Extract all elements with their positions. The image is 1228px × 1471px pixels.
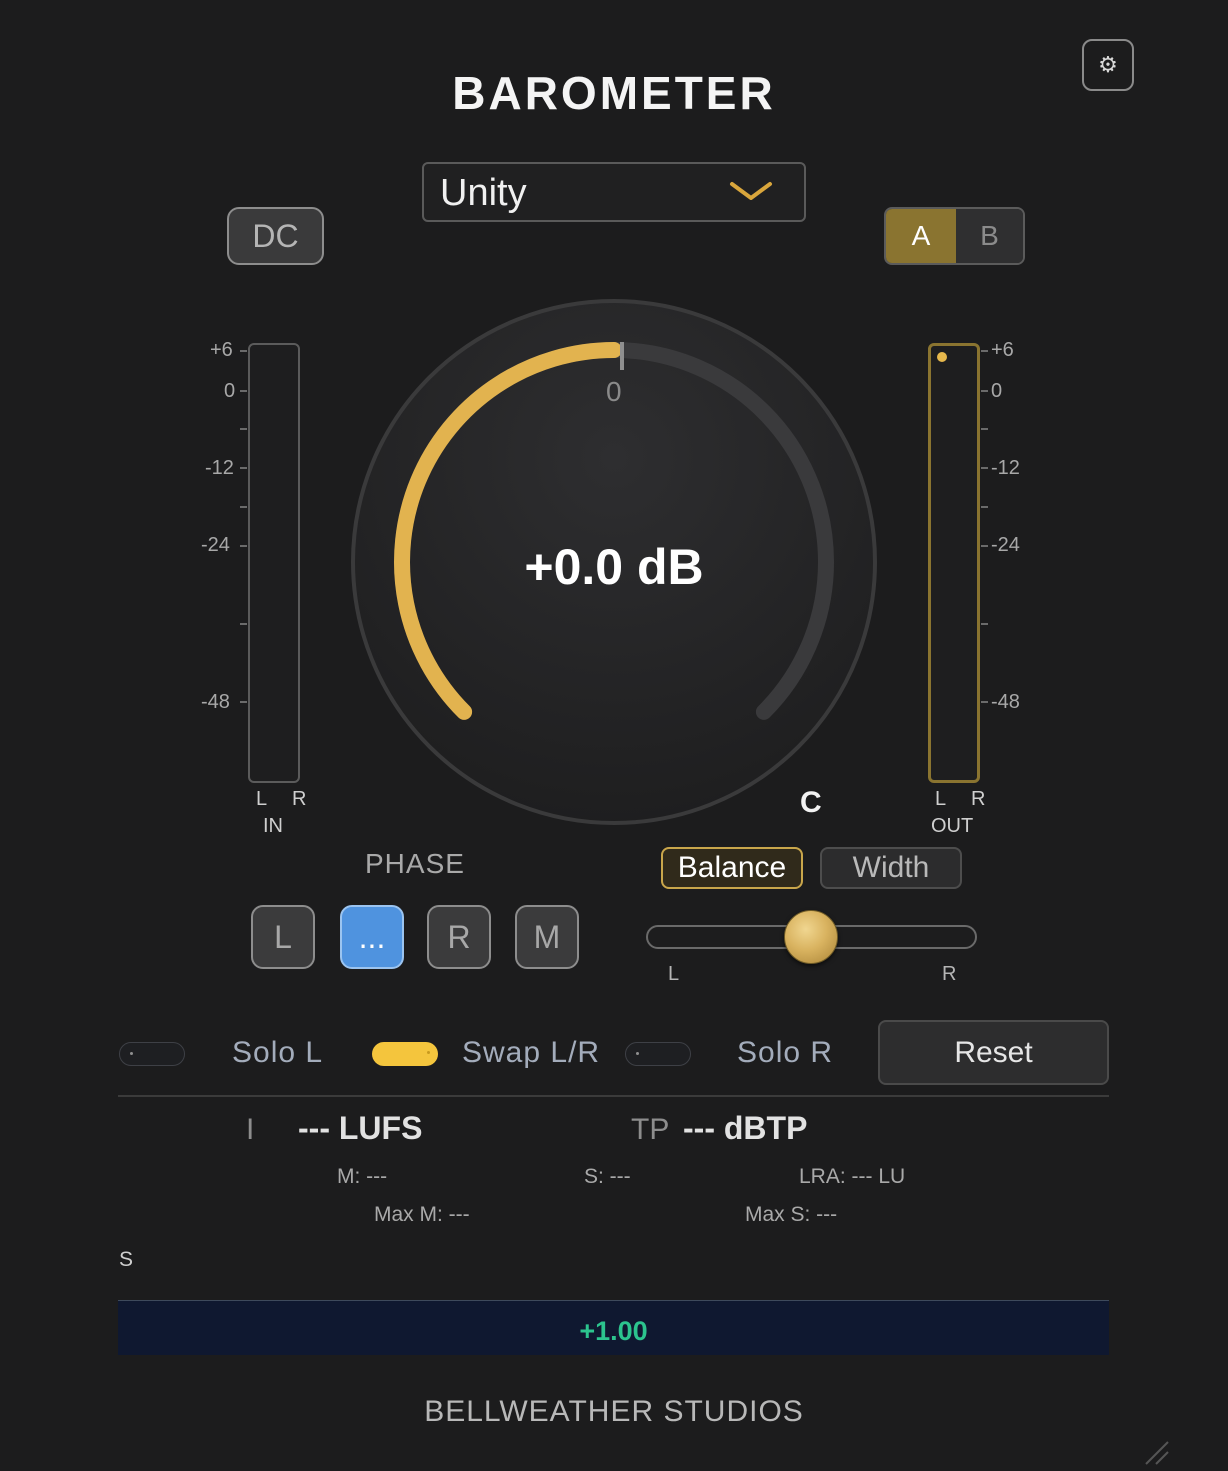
in-label: IN [263,815,283,837]
lra-value: LRA: --- LU [799,1165,906,1188]
swap-lr-label: Swap L/R [462,1036,601,1069]
in-scale-minus48: -48 [201,691,230,713]
in-channels-label: L R [256,788,317,810]
settings-button[interactable]: ⚙ [1082,39,1134,91]
phase-mid-button[interactable]: M [515,905,579,969]
max-short-term-value: Max S: --- [745,1203,838,1226]
app-title: BAROMETER [452,67,776,119]
chevron-down-icon [730,182,772,200]
out-tick [981,545,988,547]
swap-lr-toggle[interactable] [372,1042,438,1066]
out-scale-minus48: -48 [991,691,1020,713]
brand-footer: BELLWEATHER STUDIOS [424,1395,804,1428]
a-button[interactable]: A [886,209,956,263]
out-scale-plus6: +6 [991,339,1014,361]
in-scale-minus12: -12 [205,457,234,479]
in-scale-minus24: -24 [201,534,230,556]
in-tick [240,623,247,625]
true-peak-value: --- dBTP [683,1110,808,1146]
in-tick [240,350,247,352]
phase-label: PHASE [365,848,465,879]
in-tick [240,506,247,508]
integrated-lufs-value: --- LUFS [298,1110,423,1146]
resize-grip-icon[interactable] [1140,1436,1174,1470]
out-tick [981,428,988,430]
solo-right-label: Solo R [737,1036,834,1069]
gain-readout: +1.00 [579,1316,648,1346]
gear-icon: ⚙ [1098,52,1118,77]
out-tick [981,623,988,625]
true-peak-label: TP [631,1113,670,1146]
out-tick [981,350,988,352]
phase-right-button[interactable]: R [427,905,491,969]
preset-selected: Unity [440,172,527,214]
ab-compare: A B [884,207,1025,265]
out-tick [981,701,988,703]
input-meter [248,343,300,783]
in-tick [240,467,247,469]
in-tick [240,390,247,392]
in-scale-plus6: +6 [210,339,233,361]
in-scale-0: 0 [224,380,236,402]
out-label: OUT [931,815,974,837]
knob-zero-label: 0 [606,376,622,407]
preset-dropdown[interactable]: Unity [422,162,806,222]
short-term-value: S: --- [584,1165,631,1188]
balance-slider-thumb[interactable] [784,910,838,964]
out-scale-minus24: -24 [991,534,1020,556]
peak-indicator [937,352,947,362]
divider [118,1095,1109,1097]
max-momentary-value: Max M: --- [374,1203,470,1226]
in-tick [240,428,247,430]
out-tick [981,506,988,508]
phase-left-button[interactable]: L [251,905,315,969]
graph-s-label: S [119,1248,134,1271]
b-button[interactable]: B [956,209,1023,263]
reset-button[interactable]: Reset [878,1020,1109,1085]
out-tick [981,467,988,469]
phase-none-button[interactable]: ... [340,905,404,969]
integrated-label: I [246,1113,255,1146]
in-tick [240,545,247,547]
output-meter [928,343,980,783]
width-tab[interactable]: Width [820,847,962,889]
solo-left-label: Solo L [232,1036,324,1069]
out-channels-label: L R [935,788,996,810]
pan-position-label: C [800,786,822,819]
gain-value: +0.0 dB [524,539,704,595]
out-scale-0: 0 [991,380,1003,402]
solo-left-toggle[interactable] [119,1042,185,1066]
out-tick [981,390,988,392]
out-scale-minus12: -12 [991,457,1020,479]
momentary-value: M: --- [337,1165,388,1188]
dc-button[interactable]: DC [227,207,324,265]
balance-right-label: R [942,963,957,985]
solo-right-toggle[interactable] [625,1042,691,1066]
balance-left-label: L [668,963,680,985]
in-tick [240,701,247,703]
balance-tab[interactable]: Balance [661,847,803,889]
